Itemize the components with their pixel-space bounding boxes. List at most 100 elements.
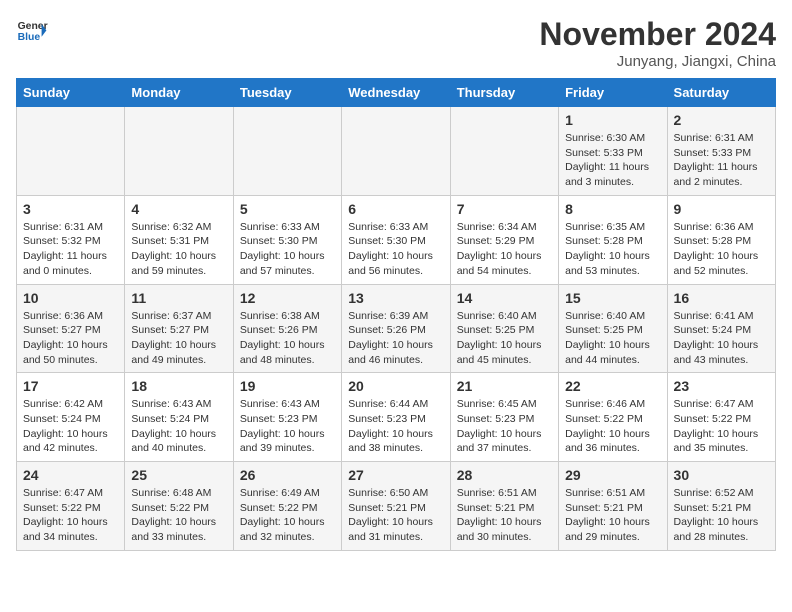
calendar-cell: 26 Sunrise: 6:49 AM Sunset: 5:22 PM Dayli…: [233, 462, 341, 551]
day-number: 24: [23, 467, 118, 483]
calendar-cell: 17Sunrise: 6:42 AM Sunset: 5:24 PM Dayli…: [17, 373, 125, 462]
cell-info: Sunrise: 6:37 AM Sunset: 5:27 PM Dayligh…: [131, 309, 226, 368]
column-header-wednesday: Wednesday: [342, 79, 450, 107]
title-block: November 2024 Junyang, Jiangxi, China: [539, 16, 776, 70]
cell-info: Sunrise: 6:35 AM Sunset: 5:28 PM Dayligh…: [565, 220, 660, 279]
cell-info: Sunrise: 6:50 AM Sunset: 5:21 PM Dayligh…: [348, 486, 443, 545]
cell-info: Sunrise: 6:31 AM Sunset: 5:32 PM Dayligh…: [23, 220, 118, 279]
calendar-cell: 23 Sunrise: 6:47 AM Sunset: 5:22 PM Dayli…: [667, 373, 775, 462]
day-number: 13: [348, 290, 443, 306]
column-header-sunday: Sunday: [17, 79, 125, 107]
calendar-cell: 2 Sunrise: 6:31 AM Sunset: 5:33 PM Daylig…: [667, 107, 775, 196]
calendar-cell: 5 Sunrise: 6:33 AM Sunset: 5:30 PM Daylig…: [233, 195, 341, 284]
day-number: 27: [348, 467, 443, 483]
cell-info: Sunrise: 6:41 AM Sunset: 5:24 PM Dayligh…: [674, 309, 769, 368]
column-header-friday: Friday: [559, 79, 667, 107]
calendar-header-row: SundayMondayTuesdayWednesdayThursdayFrid…: [17, 79, 776, 107]
day-number: 15: [565, 290, 660, 306]
day-number: 1: [565, 112, 660, 128]
logo-icon: General Blue: [16, 16, 48, 48]
day-number: 5: [240, 201, 335, 217]
cell-info: Sunrise: 6:33 AM Sunset: 5:30 PM Dayligh…: [240, 220, 335, 279]
cell-info: Sunrise: 6:47 AM Sunset: 5:22 PM Dayligh…: [23, 486, 118, 545]
calendar-cell: 4 Sunrise: 6:32 AM Sunset: 5:31 PM Daylig…: [125, 195, 233, 284]
calendar-cell: 28 Sunrise: 6:51 AM Sunset: 5:21 PM Dayli…: [450, 462, 558, 551]
cell-info: Sunrise: 6:49 AM Sunset: 5:22 PM Dayligh…: [240, 486, 335, 545]
day-number: 3: [23, 201, 118, 217]
week-row-5: 24 Sunrise: 6:47 AM Sunset: 5:22 PM Dayli…: [17, 462, 776, 551]
cell-info: Sunrise: 6:51 AM Sunset: 5:21 PM Dayligh…: [457, 486, 552, 545]
svg-text:Blue: Blue: [18, 32, 41, 43]
day-number: 8: [565, 201, 660, 217]
week-row-3: 10Sunrise: 6:36 AM Sunset: 5:27 PM Dayli…: [17, 284, 776, 373]
cell-info: Sunrise: 6:51 AM Sunset: 5:21 PM Dayligh…: [565, 486, 660, 545]
day-number: 6: [348, 201, 443, 217]
cell-info: Sunrise: 6:43 AM Sunset: 5:24 PM Dayligh…: [131, 397, 226, 456]
calendar-cell: [125, 107, 233, 196]
day-number: 26: [240, 467, 335, 483]
day-number: 2: [674, 112, 769, 128]
day-number: 16: [674, 290, 769, 306]
calendar-cell: 25 Sunrise: 6:48 AM Sunset: 5:22 PM Dayli…: [125, 462, 233, 551]
calendar-cell: 7 Sunrise: 6:34 AM Sunset: 5:29 PM Daylig…: [450, 195, 558, 284]
cell-info: Sunrise: 6:39 AM Sunset: 5:26 PM Dayligh…: [348, 309, 443, 368]
cell-info: Sunrise: 6:31 AM Sunset: 5:33 PM Dayligh…: [674, 131, 769, 190]
cell-info: Sunrise: 6:40 AM Sunset: 5:25 PM Dayligh…: [565, 309, 660, 368]
calendar-cell: 9 Sunrise: 6:36 AM Sunset: 5:28 PM Daylig…: [667, 195, 775, 284]
calendar-cell: 3 Sunrise: 6:31 AM Sunset: 5:32 PM Daylig…: [17, 195, 125, 284]
calendar-cell: 15 Sunrise: 6:40 AM Sunset: 5:25 PM Dayli…: [559, 284, 667, 373]
day-number: 19: [240, 378, 335, 394]
day-number: 14: [457, 290, 552, 306]
page-header: General Blue November 2024 Junyang, Jian…: [16, 16, 776, 70]
day-number: 7: [457, 201, 552, 217]
calendar-cell: 22Sunrise: 6:46 AM Sunset: 5:22 PM Dayli…: [559, 373, 667, 462]
calendar-cell: 19 Sunrise: 6:43 AM Sunset: 5:23 PM Dayli…: [233, 373, 341, 462]
cell-info: Sunrise: 6:46 AM Sunset: 5:22 PM Dayligh…: [565, 397, 660, 456]
calendar-cell: 29 Sunrise: 6:51 AM Sunset: 5:21 PM Dayli…: [559, 462, 667, 551]
day-number: 4: [131, 201, 226, 217]
cell-info: Sunrise: 6:43 AM Sunset: 5:23 PM Dayligh…: [240, 397, 335, 456]
day-number: 12: [240, 290, 335, 306]
calendar-cell: 24 Sunrise: 6:47 AM Sunset: 5:22 PM Dayli…: [17, 462, 125, 551]
column-header-thursday: Thursday: [450, 79, 558, 107]
location: Junyang, Jiangxi, China: [539, 53, 776, 70]
cell-info: Sunrise: 6:38 AM Sunset: 5:26 PM Dayligh…: [240, 309, 335, 368]
week-row-4: 17Sunrise: 6:42 AM Sunset: 5:24 PM Dayli…: [17, 373, 776, 462]
calendar-table: SundayMondayTuesdayWednesdayThursdayFrid…: [16, 78, 776, 551]
week-row-2: 3 Sunrise: 6:31 AM Sunset: 5:32 PM Daylig…: [17, 195, 776, 284]
day-number: 18: [131, 378, 226, 394]
day-number: 9: [674, 201, 769, 217]
calendar-cell: 10Sunrise: 6:36 AM Sunset: 5:27 PM Dayli…: [17, 284, 125, 373]
day-number: 30: [674, 467, 769, 483]
calendar-body: 1 Sunrise: 6:30 AM Sunset: 5:33 PM Daylig…: [17, 107, 776, 551]
day-number: 29: [565, 467, 660, 483]
calendar-cell: 13 Sunrise: 6:39 AM Sunset: 5:26 PM Dayli…: [342, 284, 450, 373]
column-header-monday: Monday: [125, 79, 233, 107]
calendar-cell: 12 Sunrise: 6:38 AM Sunset: 5:26 PM Dayli…: [233, 284, 341, 373]
cell-info: Sunrise: 6:32 AM Sunset: 5:31 PM Dayligh…: [131, 220, 226, 279]
cell-info: Sunrise: 6:45 AM Sunset: 5:23 PM Dayligh…: [457, 397, 552, 456]
column-header-tuesday: Tuesday: [233, 79, 341, 107]
cell-info: Sunrise: 6:34 AM Sunset: 5:29 PM Dayligh…: [457, 220, 552, 279]
cell-info: Sunrise: 6:30 AM Sunset: 5:33 PM Dayligh…: [565, 131, 660, 190]
day-number: 25: [131, 467, 226, 483]
cell-info: Sunrise: 6:36 AM Sunset: 5:28 PM Dayligh…: [674, 220, 769, 279]
day-number: 10: [23, 290, 118, 306]
calendar-cell: [450, 107, 558, 196]
cell-info: Sunrise: 6:48 AM Sunset: 5:22 PM Dayligh…: [131, 486, 226, 545]
calendar-cell: 11Sunrise: 6:37 AM Sunset: 5:27 PM Dayli…: [125, 284, 233, 373]
calendar-cell: [17, 107, 125, 196]
day-number: 28: [457, 467, 552, 483]
cell-info: Sunrise: 6:52 AM Sunset: 5:21 PM Dayligh…: [674, 486, 769, 545]
calendar-cell: 6Sunrise: 6:33 AM Sunset: 5:30 PM Daylig…: [342, 195, 450, 284]
day-number: 20: [348, 378, 443, 394]
day-number: 17: [23, 378, 118, 394]
calendar-cell: 20Sunrise: 6:44 AM Sunset: 5:23 PM Dayli…: [342, 373, 450, 462]
calendar-cell: [342, 107, 450, 196]
day-number: 23: [674, 378, 769, 394]
week-row-1: 1 Sunrise: 6:30 AM Sunset: 5:33 PM Daylig…: [17, 107, 776, 196]
calendar-cell: 18 Sunrise: 6:43 AM Sunset: 5:24 PM Dayli…: [125, 373, 233, 462]
cell-info: Sunrise: 6:47 AM Sunset: 5:22 PM Dayligh…: [674, 397, 769, 456]
logo: General Blue: [16, 16, 48, 48]
calendar-cell: 8 Sunrise: 6:35 AM Sunset: 5:28 PM Daylig…: [559, 195, 667, 284]
